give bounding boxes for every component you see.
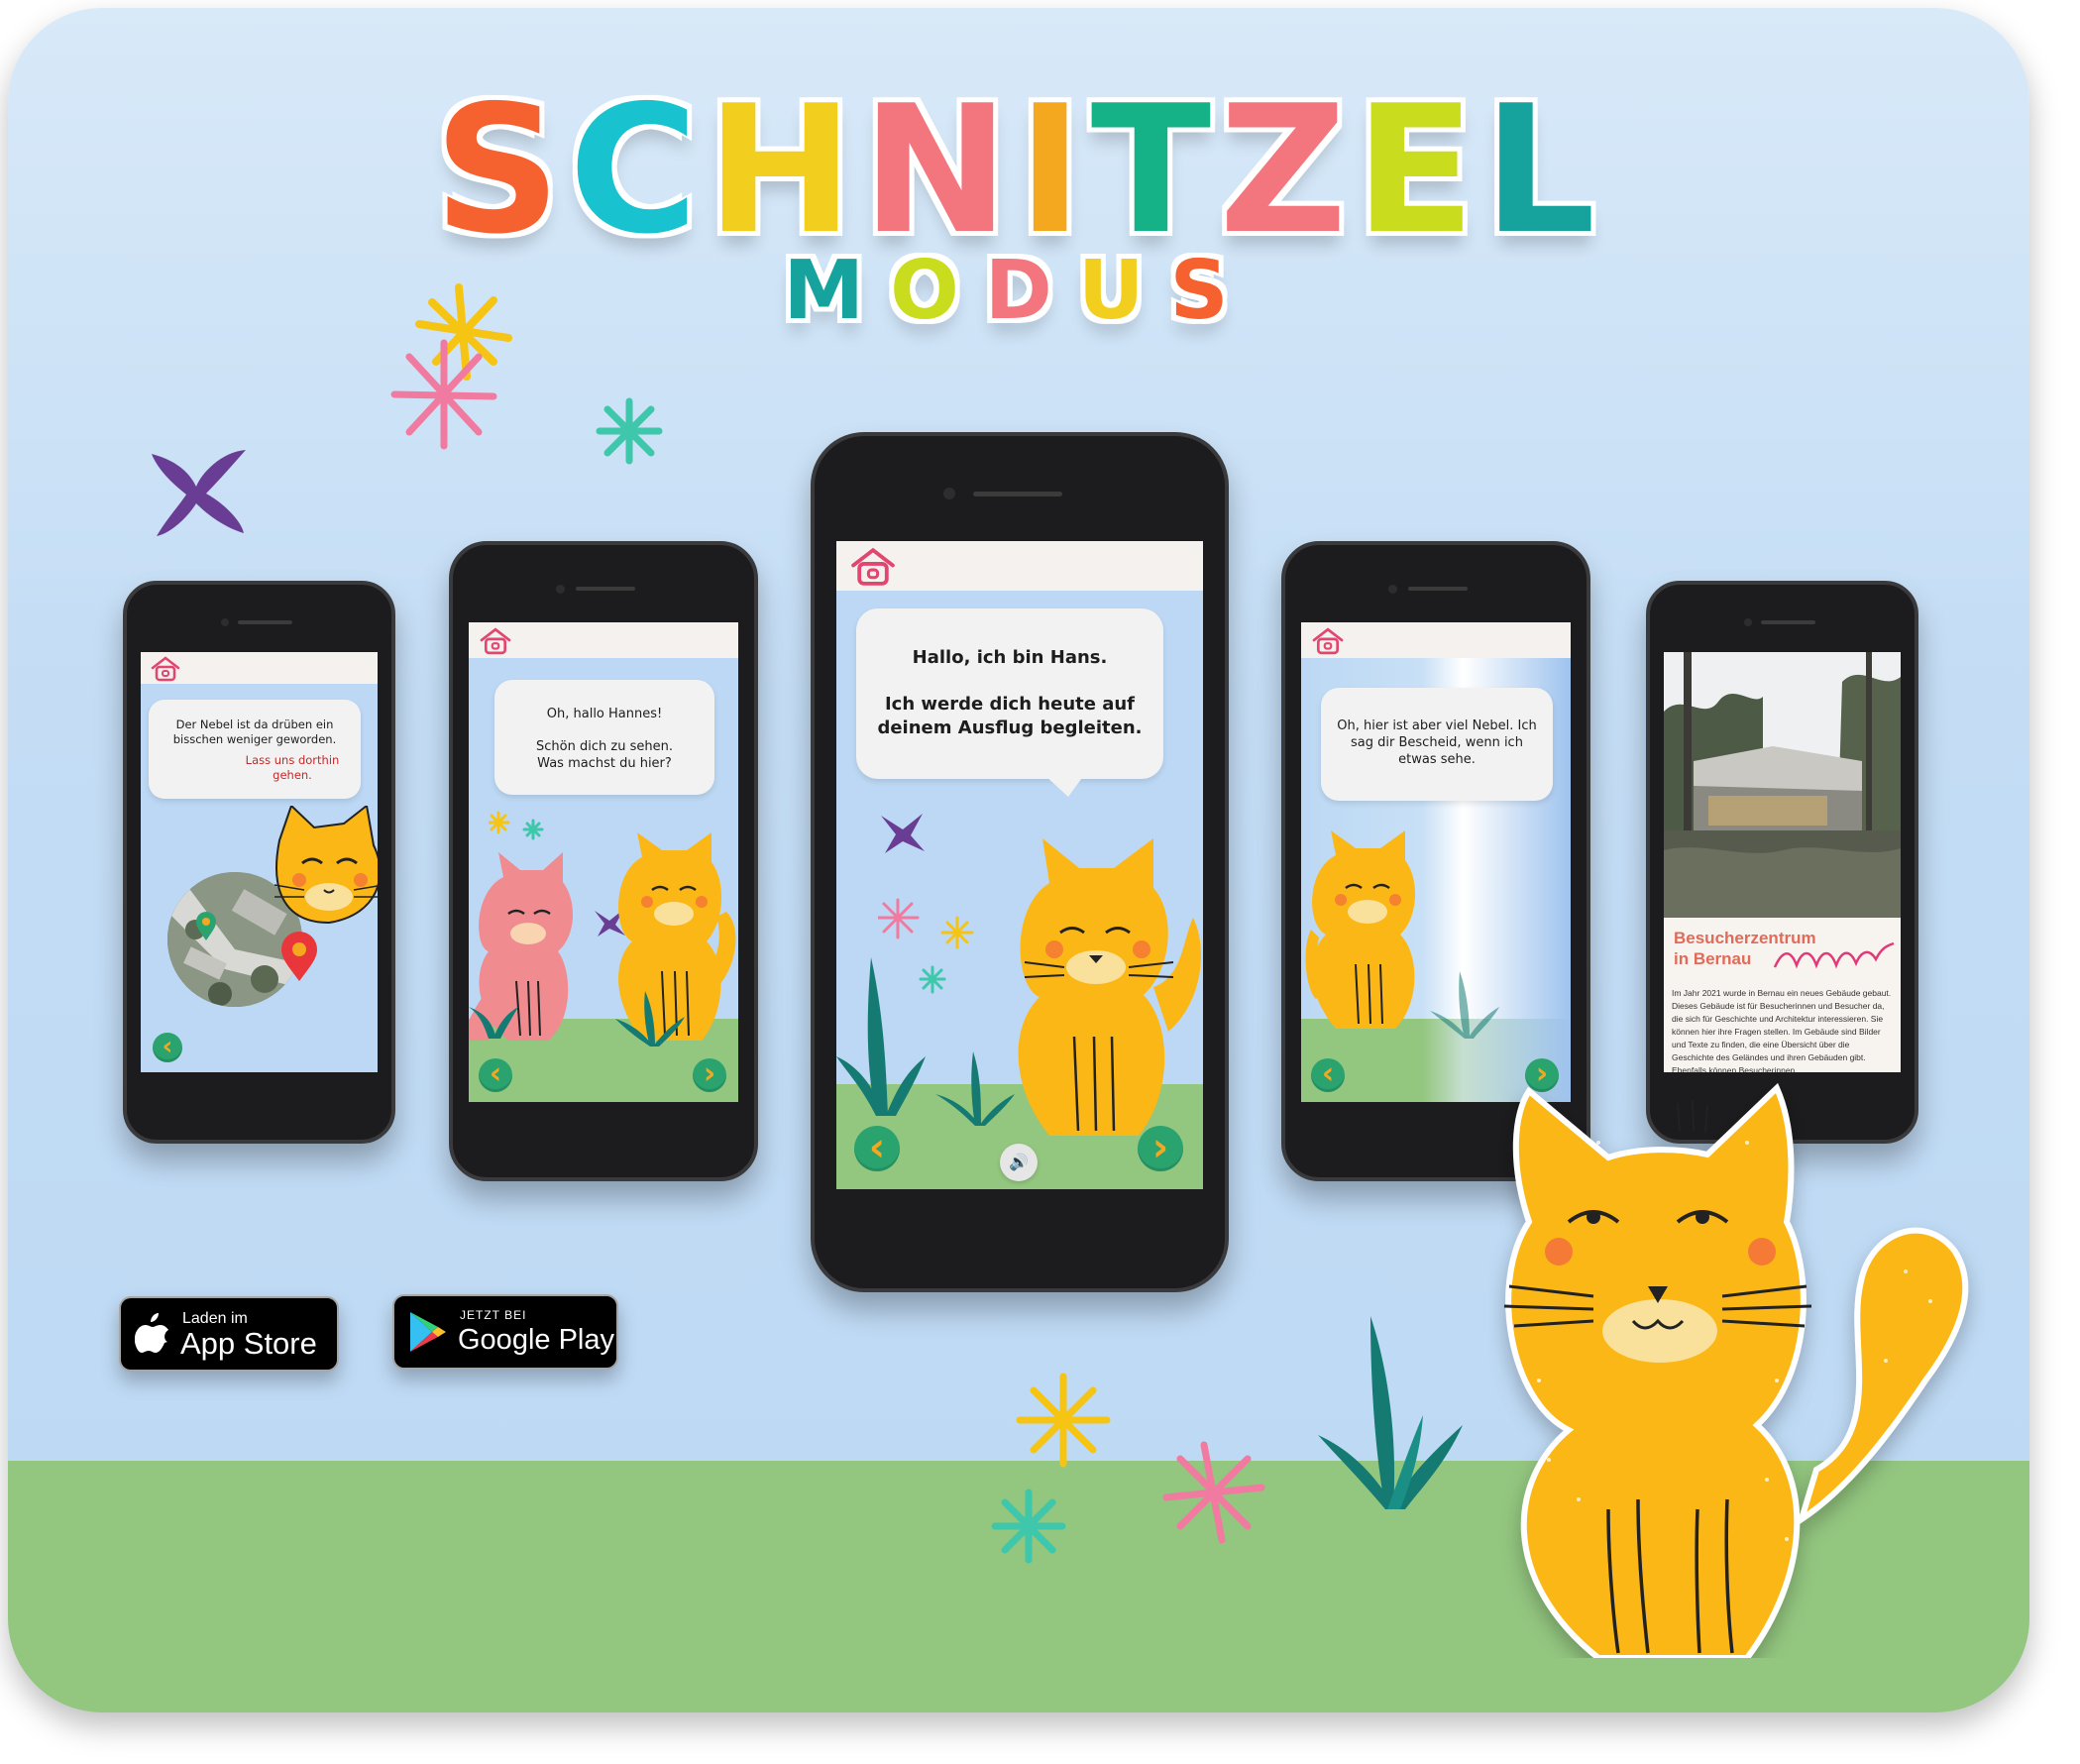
cat-mascot-illustration [1503, 1083, 1969, 1658]
cat-face-illustration [274, 806, 378, 925]
logo-subtitle-letter: D [984, 244, 1078, 338]
speech-bubble: Der Nebel ist da drüben ein bisschen wen… [149, 700, 361, 799]
back-button[interactable]: ‹ [153, 1033, 182, 1062]
grass-tuft-icon [1430, 971, 1499, 1039]
google-play-button[interactable]: JETZT BEI Google Play [392, 1294, 618, 1370]
article-body: Im Jahr 2021 wurde in Bernau ein neues G… [1672, 988, 1892, 1072]
map-pin-icon[interactable] [279, 932, 319, 983]
back-button[interactable]: ‹ [1311, 1058, 1345, 1092]
cat-illustration [1305, 830, 1416, 1029]
google-play-icon [410, 1312, 446, 1352]
grass-tuft-icon [1318, 1316, 1463, 1509]
grass-tuft-icon [935, 1051, 1015, 1126]
sound-button[interactable]: 🔊 [1000, 1144, 1038, 1181]
sparkle-yellow-icon [1016, 1373, 1111, 1468]
store-caption: JETZT BEI [460, 1308, 527, 1322]
logo-title-letter: N [861, 67, 1018, 273]
app-store-button[interactable]: Laden im App Store [119, 1296, 339, 1372]
front-camera [943, 488, 955, 499]
speech-bubble: Oh, hier ist aber viel Nebel. Ich sag di… [1321, 688, 1553, 801]
speaker-grill [238, 620, 292, 624]
logo-title-letter: T [1090, 67, 1220, 273]
app-screen: Der Nebel ist da drüben ein bisschen wen… [141, 652, 378, 1072]
squiggle-decoration [1773, 941, 1895, 969]
app-screen: Besucherzentrum in Bernau Im Jahr 2021 w… [1664, 652, 1901, 1072]
store-name: Google Play [458, 1324, 614, 1356]
cat-illustration [1018, 838, 1201, 1136]
logo-subtitle-letter: O [890, 244, 985, 338]
back-button[interactable]: ‹ [854, 1126, 900, 1171]
phone-mockup-3: Hallo, ich bin Hans. Ich werde dich heut… [811, 432, 1229, 1292]
logo-title-letter: H [706, 67, 862, 273]
app-screen: Oh, hallo Hannes! Schön dich zu sehen. W… [469, 622, 738, 1102]
logo-subtitle-letter: S [1169, 244, 1255, 338]
bubble-tail [1044, 775, 1084, 797]
grass-tuft-icon [836, 957, 926, 1116]
sparkle-teal-icon [991, 1488, 1066, 1564]
logo-title-letter: S [433, 67, 569, 273]
sparkle-pink-icon [390, 339, 497, 450]
logo-title-letter: Z [1219, 67, 1356, 273]
poster-card: SCHNITZEL MODUS Der Nebel ist da drüben … [8, 8, 2029, 1712]
speaker-grill [973, 492, 1062, 496]
app-header [469, 622, 738, 658]
sparkle-teal-icon [596, 397, 663, 465]
store-name: App Store [180, 1326, 317, 1361]
home-icon[interactable] [850, 547, 896, 587]
back-button[interactable]: ‹ [479, 1058, 512, 1092]
phone-mockup-2: Oh, hallo Hannes! Schön dich zu sehen. W… [449, 541, 758, 1181]
home-icon[interactable] [479, 627, 512, 655]
sparkles-icon [489, 811, 544, 840]
home-icon[interactable] [1311, 627, 1345, 655]
phone-mockup-5: Besucherzentrum in Bernau Im Jahr 2021 w… [1646, 581, 1918, 1144]
logo-subtitle: MODUS [8, 251, 2029, 332]
home-icon[interactable] [151, 656, 180, 682]
phone-mockup-1: Der Nebel ist da drüben ein bisschen wen… [123, 581, 395, 1144]
speech-bubble: Oh, hallo Hannes! Schön dich zu sehen. W… [494, 680, 714, 795]
logo-title-letter: C [568, 67, 707, 273]
grass-tuft-icon [615, 991, 685, 1047]
front-camera [221, 618, 229, 626]
app-screen: Oh, hier ist aber viel Nebel. Ich sag di… [1301, 622, 1571, 1102]
bubble-link[interactable]: Lass uns dorthin gehen. [149, 747, 347, 783]
speaker-grill [576, 587, 635, 591]
apple-icon [135, 1313, 168, 1353]
star-purple-icon [152, 450, 246, 536]
front-camera [556, 585, 565, 594]
app-header [1301, 622, 1571, 658]
logo-title-letter: E [1355, 67, 1483, 273]
speech-bubble: Hallo, ich bin Hans. Ich werde dich heut… [856, 608, 1163, 779]
sparkle-pink-icon [1162, 1441, 1265, 1544]
app-header [836, 541, 1203, 591]
logo-subtitle-letter: M [783, 244, 891, 338]
logo-title-letter: I [1017, 67, 1091, 273]
logo-subtitle-letter: U [1077, 244, 1170, 338]
next-button[interactable]: › [693, 1058, 726, 1092]
app-screen: Hallo, ich bin Hans. Ich werde dich heut… [836, 541, 1203, 1189]
speaker-icon: 🔊 [1009, 1153, 1029, 1171]
speaker-grill [1761, 620, 1815, 624]
front-camera [1388, 585, 1397, 594]
star-purple-icon [881, 814, 925, 853]
logo-title: SCHNITZEL [8, 82, 2029, 259]
speaker-grill [1408, 587, 1468, 591]
app-header [141, 652, 378, 684]
grass-tuft-icon [469, 1007, 518, 1039]
map-pin-icon[interactable] [195, 912, 217, 941]
next-button[interactable]: › [1138, 1126, 1183, 1171]
logo-title-letter: L [1482, 67, 1604, 273]
building-photo [1664, 652, 1901, 918]
front-camera [1744, 618, 1752, 626]
